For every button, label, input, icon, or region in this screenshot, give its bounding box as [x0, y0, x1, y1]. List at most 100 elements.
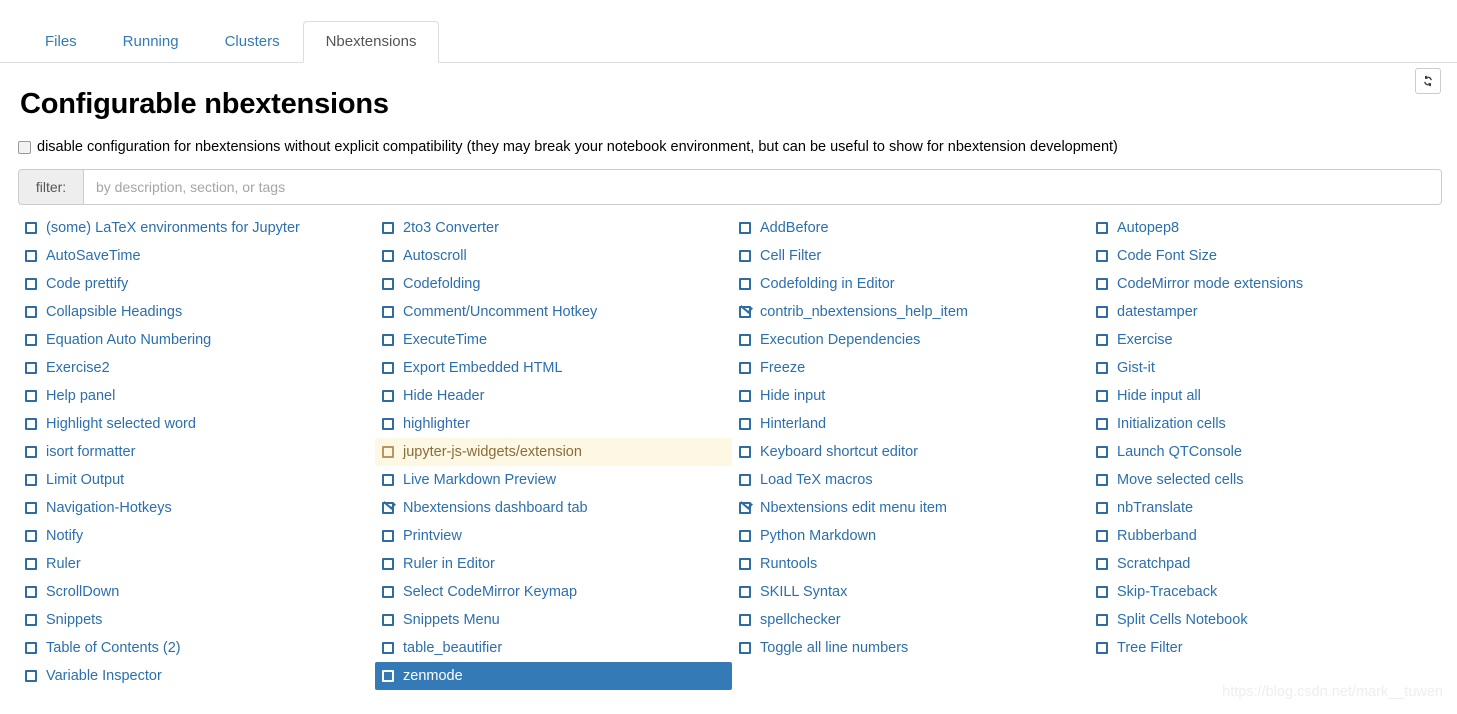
extension-row[interactable]: Autopep8	[1089, 214, 1446, 242]
extension-name[interactable]: Move selected cells	[1117, 471, 1244, 489]
checkbox-unchecked-icon[interactable]	[1096, 474, 1108, 486]
checkbox-unchecked-icon[interactable]	[25, 362, 37, 374]
extension-row[interactable]: Nbextensions edit menu item	[732, 494, 1089, 522]
checkbox-unchecked-icon[interactable]	[739, 250, 751, 262]
extension-row[interactable]: highlighter	[375, 410, 732, 438]
extension-name[interactable]: Table of Contents (2)	[46, 639, 181, 657]
extension-row[interactable]: Codefolding in Editor	[732, 270, 1089, 298]
extension-row[interactable]: Select CodeMirror Keymap	[375, 578, 732, 606]
extension-name[interactable]: Nbextensions dashboard tab	[403, 499, 588, 517]
extension-row[interactable]: Keyboard shortcut editor	[732, 438, 1089, 466]
extension-row[interactable]: Printview	[375, 522, 732, 550]
extension-name[interactable]: Live Markdown Preview	[403, 471, 556, 489]
extension-name[interactable]: ExecuteTime	[403, 331, 487, 349]
extension-name[interactable]: jupyter-js-widgets/extension	[403, 443, 582, 461]
checkbox-unchecked-icon[interactable]	[382, 530, 394, 542]
extension-row[interactable]: AutoSaveTime	[18, 242, 375, 270]
extension-name[interactable]: Initialization cells	[1117, 415, 1226, 433]
extension-name[interactable]: Collapsible Headings	[46, 303, 182, 321]
extension-row[interactable]: Python Markdown	[732, 522, 1089, 550]
extension-row[interactable]: Split Cells Notebook	[1089, 606, 1446, 634]
extension-row[interactable]: Freeze	[732, 354, 1089, 382]
tab-clusters[interactable]: Clusters	[202, 21, 303, 63]
extension-name[interactable]: Tree Filter	[1117, 639, 1183, 657]
checkbox-unchecked-icon[interactable]	[382, 614, 394, 626]
extension-name[interactable]: Scratchpad	[1117, 555, 1190, 573]
extension-row[interactable]: Hide input	[732, 382, 1089, 410]
extension-row[interactable]: Hinterland	[732, 410, 1089, 438]
extension-name[interactable]: nbTranslate	[1117, 499, 1193, 517]
extension-row[interactable]: Notify	[18, 522, 375, 550]
checkbox-unchecked-icon[interactable]	[739, 614, 751, 626]
extension-row[interactable]: Code Font Size	[1089, 242, 1446, 270]
extension-name[interactable]: Equation Auto Numbering	[46, 331, 211, 349]
extension-name[interactable]: Hinterland	[760, 415, 826, 433]
extension-name[interactable]: Exercise2	[46, 359, 110, 377]
extension-name[interactable]: AutoSaveTime	[46, 247, 141, 265]
extension-row[interactable]: Comment/Uncomment Hotkey	[375, 298, 732, 326]
extension-row[interactable]: Navigation-Hotkeys	[18, 494, 375, 522]
tab-nbextensions[interactable]: Nbextensions	[302, 21, 440, 63]
checkbox-unchecked-icon[interactable]	[25, 222, 37, 234]
checkbox-unchecked-icon[interactable]	[739, 586, 751, 598]
extension-name[interactable]: Highlight selected word	[46, 415, 196, 433]
extension-name[interactable]: (some) LaTeX environments for Jupyter	[46, 219, 300, 237]
extension-row[interactable]: Ruler	[18, 550, 375, 578]
checkbox-unchecked-icon[interactable]	[382, 306, 394, 318]
checkbox-unchecked-icon[interactable]	[382, 390, 394, 402]
extension-row[interactable]: Scratchpad	[1089, 550, 1446, 578]
checkbox-unchecked-icon[interactable]	[25, 446, 37, 458]
extension-row[interactable]: table_beautifier	[375, 634, 732, 662]
extension-row[interactable]: Cell Filter	[732, 242, 1089, 270]
checkbox-unchecked-icon[interactable]	[739, 278, 751, 290]
extension-name[interactable]: Load TeX macros	[760, 471, 873, 489]
extension-name[interactable]: datestamper	[1117, 303, 1198, 321]
checkbox-unchecked-icon[interactable]	[25, 334, 37, 346]
checkbox-unchecked-icon[interactable]	[25, 670, 37, 682]
checkbox-unchecked-icon[interactable]	[25, 642, 37, 654]
extension-name[interactable]: Skip-Traceback	[1117, 583, 1217, 601]
checkbox-unchecked-icon[interactable]	[382, 222, 394, 234]
extension-name[interactable]: ScrollDown	[46, 583, 119, 601]
checkbox-unchecked-icon[interactable]	[739, 474, 751, 486]
extension-name[interactable]: Comment/Uncomment Hotkey	[403, 303, 597, 321]
checkbox-unchecked-icon[interactable]	[1096, 334, 1108, 346]
extension-name[interactable]: Gist-it	[1117, 359, 1155, 377]
extension-name[interactable]: Ruler	[46, 555, 81, 573]
extension-name[interactable]: Select CodeMirror Keymap	[403, 583, 577, 601]
extension-row[interactable]: Variable Inspector	[18, 662, 375, 690]
extension-row[interactable]: isort formatter	[18, 438, 375, 466]
extension-row[interactable]: Execution Dependencies	[732, 326, 1089, 354]
extension-row[interactable]: AddBefore	[732, 214, 1089, 242]
extension-name[interactable]: Autopep8	[1117, 219, 1179, 237]
extension-name[interactable]: Hide input	[760, 387, 825, 405]
extension-name[interactable]: AddBefore	[760, 219, 829, 237]
extension-name[interactable]: Ruler in Editor	[403, 555, 495, 573]
extension-name[interactable]: 2to3 Converter	[403, 219, 499, 237]
extension-name[interactable]: Exercise	[1117, 331, 1173, 349]
extension-name[interactable]: Hide Header	[403, 387, 484, 405]
extension-name[interactable]: Printview	[403, 527, 462, 545]
extension-name[interactable]: table_beautifier	[403, 639, 502, 657]
tab-running[interactable]: Running	[100, 21, 202, 63]
checkbox-unchecked-icon[interactable]	[25, 474, 37, 486]
checkbox-unchecked-icon[interactable]	[1096, 586, 1108, 598]
extension-name[interactable]: Hide input all	[1117, 387, 1201, 405]
extension-row[interactable]: Codefolding	[375, 270, 732, 298]
extension-row[interactable]: 2to3 Converter	[375, 214, 732, 242]
checkbox-unchecked-icon[interactable]	[1096, 530, 1108, 542]
extension-row[interactable]: Launch QTConsole	[1089, 438, 1446, 466]
checkbox-unchecked-icon[interactable]	[382, 418, 394, 430]
extension-row[interactable]: ScrollDown	[18, 578, 375, 606]
extension-row[interactable]: Export Embedded HTML	[375, 354, 732, 382]
extension-name[interactable]: Codefolding	[403, 275, 480, 293]
extension-row[interactable]: Move selected cells	[1089, 466, 1446, 494]
checkbox-unchecked-icon[interactable]	[1096, 390, 1108, 402]
extension-name[interactable]: spellchecker	[760, 611, 841, 629]
checkbox-unchecked-icon[interactable]	[382, 334, 394, 346]
extension-row[interactable]: datestamper	[1089, 298, 1446, 326]
checkbox-unchecked-icon[interactable]	[382, 278, 394, 290]
disable-config-label[interactable]: disable configuration for nbextensions w…	[37, 138, 1118, 156]
checkbox-unchecked-icon[interactable]	[25, 278, 37, 290]
extension-name[interactable]: Python Markdown	[760, 527, 876, 545]
